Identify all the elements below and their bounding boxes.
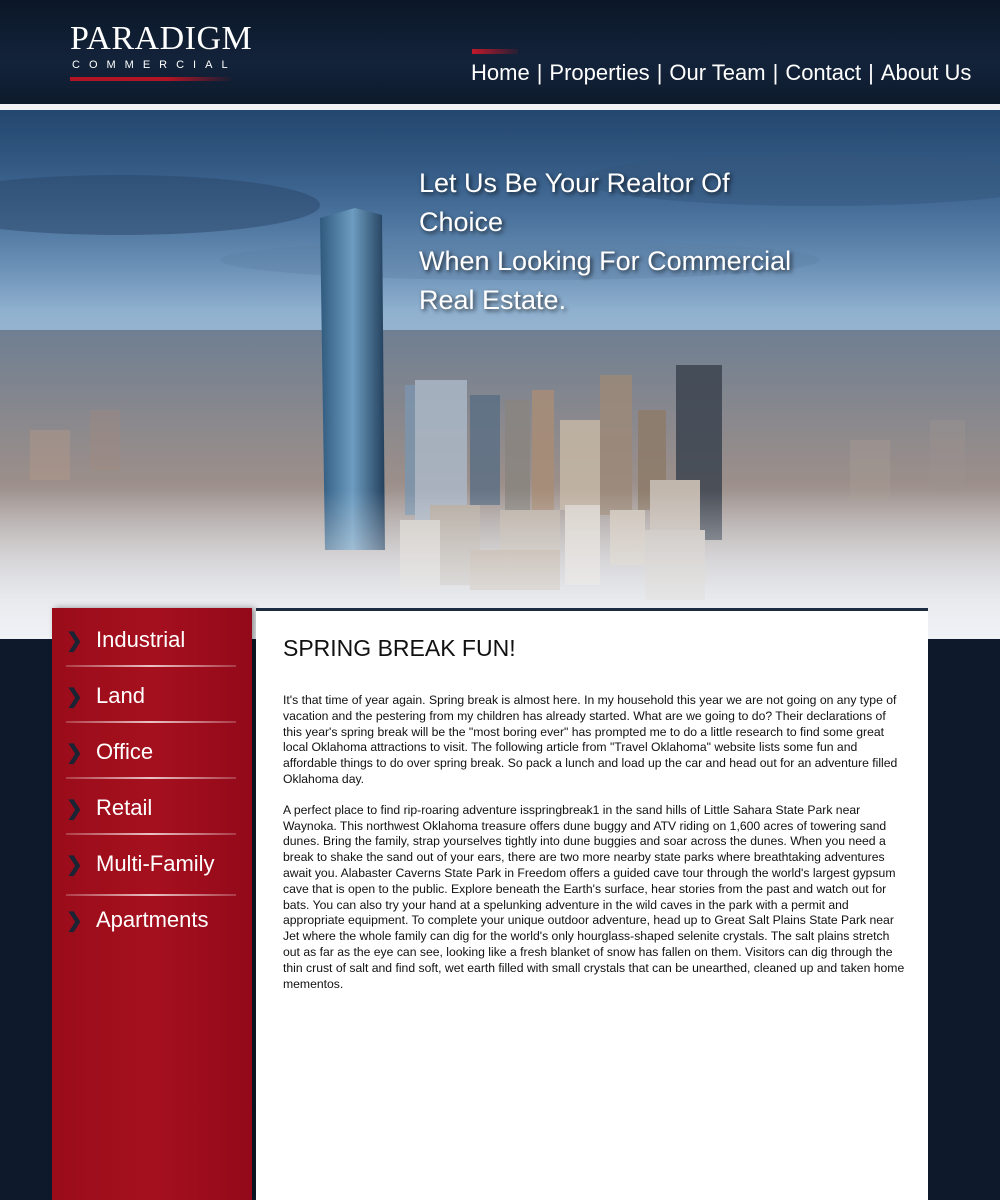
article-title: SPRING BREAK FUN! bbox=[283, 635, 516, 661]
hero-banner: Let Us Be Your Realtor Of Choice When Lo… bbox=[0, 110, 1000, 635]
sidebar-divider bbox=[66, 665, 236, 667]
sidebar-item-retail[interactable]: ❯ Retail bbox=[66, 788, 236, 828]
nav-properties[interactable]: Properties bbox=[549, 60, 649, 86]
page-background bbox=[928, 639, 1000, 1200]
nav-separator: | bbox=[772, 60, 779, 85]
sidebar-item-label: Office bbox=[96, 739, 154, 764]
chevron-right-icon: ❯ bbox=[66, 797, 83, 820]
property-type-sidebar: ❯ Industrial ❯ Land ❯ Office ❯ Retail ❯ … bbox=[52, 608, 252, 1200]
sidebar-item-label: Land bbox=[96, 683, 145, 708]
chevron-right-icon: ❯ bbox=[66, 853, 83, 876]
sidebar-item-industrial[interactable]: ❯ Industrial bbox=[66, 620, 236, 660]
tagline-line: Let Us Be Your Realtor Of Choice bbox=[419, 168, 730, 237]
nav-active-indicator bbox=[472, 49, 518, 54]
chevron-right-icon: ❯ bbox=[66, 629, 83, 652]
sidebar-item-land[interactable]: ❯ Land bbox=[66, 676, 236, 716]
sidebar-item-label: Industrial bbox=[96, 627, 186, 652]
sidebar-divider bbox=[66, 777, 236, 779]
tagline-line: Real Estate. bbox=[419, 285, 567, 315]
article-paragraph: A perfect place to find rip-roaring adve… bbox=[283, 802, 905, 991]
nav-separator: | bbox=[536, 60, 543, 85]
nav-contact[interactable]: Contact bbox=[785, 60, 861, 86]
nav-separator: | bbox=[868, 60, 874, 85]
logo-underline bbox=[70, 77, 234, 81]
sidebar-divider bbox=[66, 894, 236, 896]
sidebar-item-label: Apartments bbox=[96, 907, 209, 932]
nav-separator: | bbox=[656, 60, 663, 85]
nav-our-team[interactable]: Our Team bbox=[669, 60, 765, 86]
hero-tagline: Let Us Be Your Realtor Of Choice When Lo… bbox=[419, 164, 799, 320]
sidebar-item-label: Multi-Family bbox=[96, 851, 215, 876]
nav-about-us[interactable]: About Us bbox=[881, 60, 972, 86]
sidebar-item-label: Retail bbox=[96, 795, 153, 820]
sidebar-divider bbox=[66, 721, 236, 723]
article-panel: SPRING BREAK FUN! It's that time of year… bbox=[256, 608, 928, 1200]
sidebar-divider bbox=[66, 833, 236, 835]
site-header: PARADIGM COMMERCIAL Home | Properties | … bbox=[0, 0, 1000, 104]
chevron-right-icon: ❯ bbox=[66, 685, 83, 708]
logo-main-text: PARADIGM bbox=[70, 20, 253, 57]
chevron-right-icon: ❯ bbox=[66, 741, 83, 764]
article-paragraph: It's that time of year again. Spring bre… bbox=[283, 693, 898, 786]
logo-sub-text: COMMERCIAL bbox=[72, 59, 237, 71]
sidebar-item-apartments[interactable]: ❯ Apartments bbox=[66, 900, 236, 940]
main-nav: Home | Properties | Our Team | Contact |… bbox=[471, 60, 971, 86]
tagline-line: When Looking For Commercial bbox=[419, 246, 792, 276]
sidebar-item-multi-family[interactable]: ❯ Multi-Family bbox=[66, 844, 236, 884]
nav-home[interactable]: Home bbox=[471, 60, 530, 86]
article-body: It's that time of year again. Spring bre… bbox=[283, 693, 908, 1007]
chevron-right-icon: ❯ bbox=[66, 909, 83, 932]
sidebar-item-office[interactable]: ❯ Office bbox=[66, 732, 236, 772]
logo[interactable]: PARADIGM COMMERCIAL bbox=[70, 20, 253, 81]
